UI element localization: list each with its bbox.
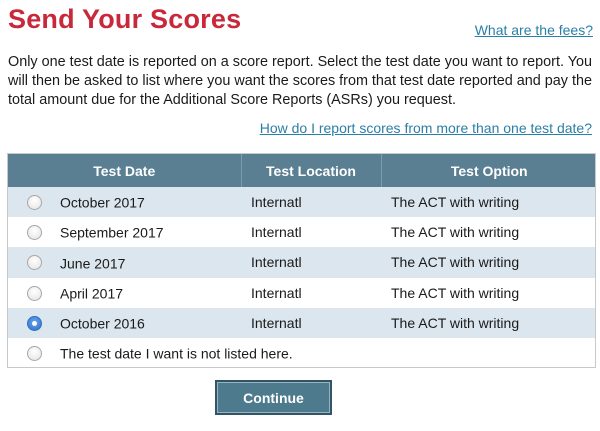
date-cell: October 2017 [8, 187, 241, 218]
test-location-cell: Internatl [241, 187, 381, 218]
test-date-not-listed-label: The test date I want is not listed here. [60, 345, 293, 362]
test-location-cell: Internatl [241, 247, 381, 278]
radio-button[interactable] [26, 285, 42, 301]
header-test-date: Test Date [8, 154, 242, 187]
test-date-label: October 2017 [60, 194, 145, 211]
test-date-label: June 2017 [60, 254, 126, 271]
table-row[interactable]: June 2017 Internatl The ACT with writing [8, 247, 595, 278]
test-option-cell: The ACT with writing [381, 307, 595, 338]
continue-button[interactable]: Continue [215, 380, 332, 415]
fees-link[interactable]: What are the fees? [475, 22, 593, 38]
test-date-label: October 2016 [60, 315, 145, 332]
date-cell: June 2017 [8, 247, 241, 278]
test-location-cell: Internatl [241, 217, 381, 248]
test-option-cell: The ACT with writing [381, 247, 595, 278]
date-cell: October 2016 [8, 307, 241, 338]
radio-button[interactable] [26, 225, 42, 241]
table-row[interactable]: October 2016 Internatl The ACT with writ… [8, 307, 595, 338]
intro-text: Only one test date is reported on a scor… [8, 54, 592, 108]
table-row[interactable]: The test date I want is not listed here. [8, 337, 595, 367]
radio-button[interactable] [26, 194, 42, 210]
test-location-cell: Internatl [241, 307, 381, 338]
radio-button[interactable] [26, 345, 42, 361]
date-cell: September 2017 [8, 217, 241, 248]
test-date-label: April 2017 [60, 285, 124, 302]
test-date-label: September 2017 [60, 224, 164, 241]
radio-button[interactable] [26, 315, 42, 331]
table-row[interactable]: April 2017 Internatl The ACT with writin… [8, 277, 595, 308]
date-cell: The test date I want is not listed here. [8, 337, 595, 367]
test-option-cell: The ACT with writing [381, 187, 595, 218]
test-option-cell: The ACT with writing [381, 277, 595, 308]
date-cell: April 2017 [8, 277, 241, 308]
table-row[interactable]: September 2017 Internatl The ACT with wr… [8, 217, 595, 248]
radio-button[interactable] [26, 255, 42, 271]
header-test-location: Test Location [241, 154, 382, 187]
table-row[interactable]: October 2017 Internatl The ACT with writ… [8, 187, 595, 218]
test-location-cell: Internatl [241, 277, 381, 308]
header-test-option: Test Option [381, 154, 595, 187]
test-option-cell: The ACT with writing [381, 217, 595, 248]
page-title: Send Your Scores [8, 4, 242, 34]
table-header-row: Test Date Test Location Test Option [8, 154, 595, 187]
multi-date-link[interactable]: How do I report scores from more than on… [260, 120, 592, 136]
test-date-table: Test Date Test Location Test Option Octo… [7, 153, 596, 368]
